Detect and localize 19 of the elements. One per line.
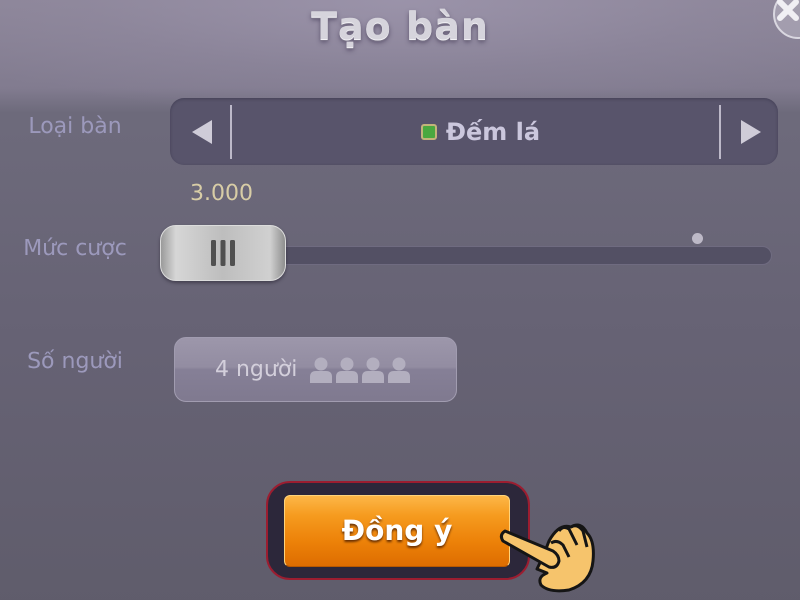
slider-track[interactable] — [160, 225, 772, 281]
person-icon — [388, 356, 410, 382]
player-count-button[interactable]: 4 người — [174, 337, 457, 402]
dialog-title: Tạo bàn — [311, 4, 489, 48]
selected-value: Đếm lá — [446, 118, 540, 146]
person-icon — [362, 356, 384, 382]
field-label: Mức cược — [23, 236, 127, 260]
next-arrow-icon[interactable] — [741, 120, 761, 144]
previous-arrow-icon[interactable] — [192, 120, 212, 144]
square-indicator-icon — [420, 124, 437, 140]
person-icon — [336, 356, 358, 382]
field-label: Số người — [27, 349, 123, 374]
bet-amount: 3.000 — [190, 181, 253, 206]
marker-dot-icon — [692, 233, 703, 244]
confirm-button[interactable]: Đồng ý — [284, 494, 510, 566]
person-icon — [310, 356, 332, 382]
grip-lines-icon — [211, 240, 235, 266]
slider-thumb[interactable] — [160, 225, 286, 281]
field-label: Loại bàn — [28, 114, 122, 139]
